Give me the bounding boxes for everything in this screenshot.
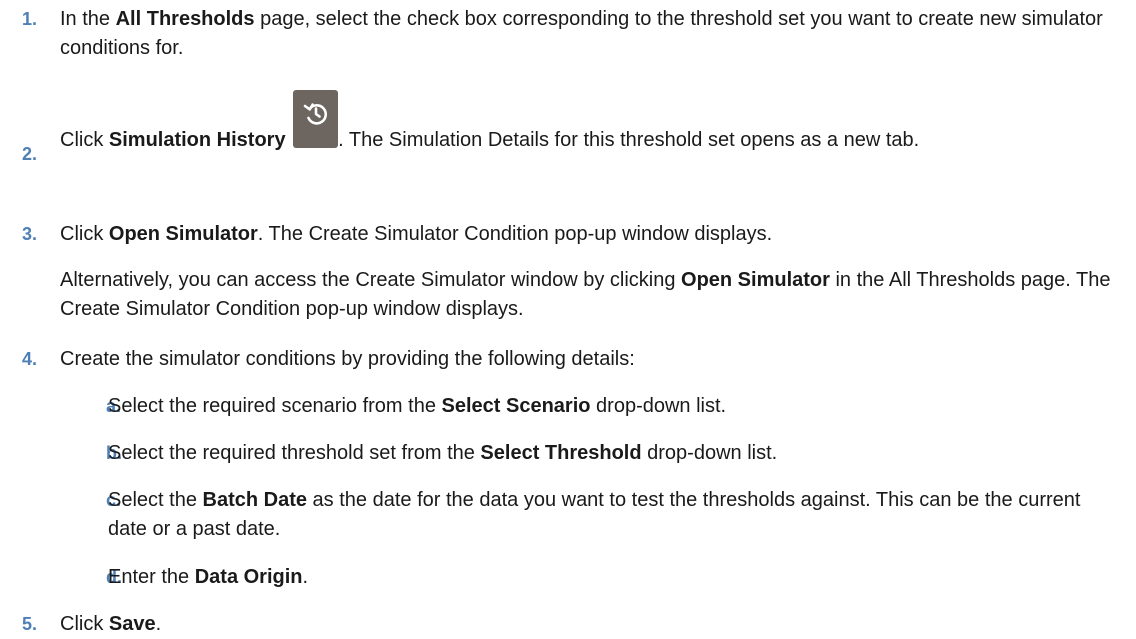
ui-term: Select Threshold — [480, 442, 642, 464]
step-number: 4. — [22, 349, 38, 369]
step-number: 5. — [22, 614, 38, 634]
step-number: 3. — [22, 224, 38, 244]
ui-term: Save — [108, 613, 156, 635]
substep-text: Enter the Data Origin. — [108, 566, 309, 588]
step-text: In the All Thresholds page, select the c… — [60, 8, 1103, 59]
ui-term: Data Origin — [194, 566, 303, 588]
substep-text: Select the required threshold set from t… — [108, 442, 778, 464]
procedure-document: 1. In the All Thresholds page, select th… — [0, 0, 1136, 638]
ui-term: Batch Date — [202, 489, 307, 511]
step-number: 2. — [22, 144, 38, 164]
step-text: Click Open Simulator. The Create Simulat… — [60, 223, 773, 245]
ui-term: Open Simulator — [108, 223, 258, 245]
ui-term: All Thresholds — [115, 8, 255, 30]
history-icon — [293, 90, 339, 148]
ui-term: Simulation History — [108, 129, 286, 151]
step-number: 1. — [22, 9, 38, 29]
ui-term: Select Scenario — [441, 395, 591, 417]
step-note: Alternatively, you can access the Create… — [60, 269, 1111, 320]
substep-text: Select the Batch Date as the date for th… — [108, 489, 1081, 540]
substep-text: Select the required scenario from the Se… — [108, 395, 727, 417]
step-text: Create the simulator conditions by provi… — [60, 348, 635, 370]
step-text: Click Simulation History . The Simulatio… — [60, 90, 1120, 155]
ui-term: Open Simulator — [681, 269, 830, 291]
step-text: Click Save. — [60, 613, 162, 635]
